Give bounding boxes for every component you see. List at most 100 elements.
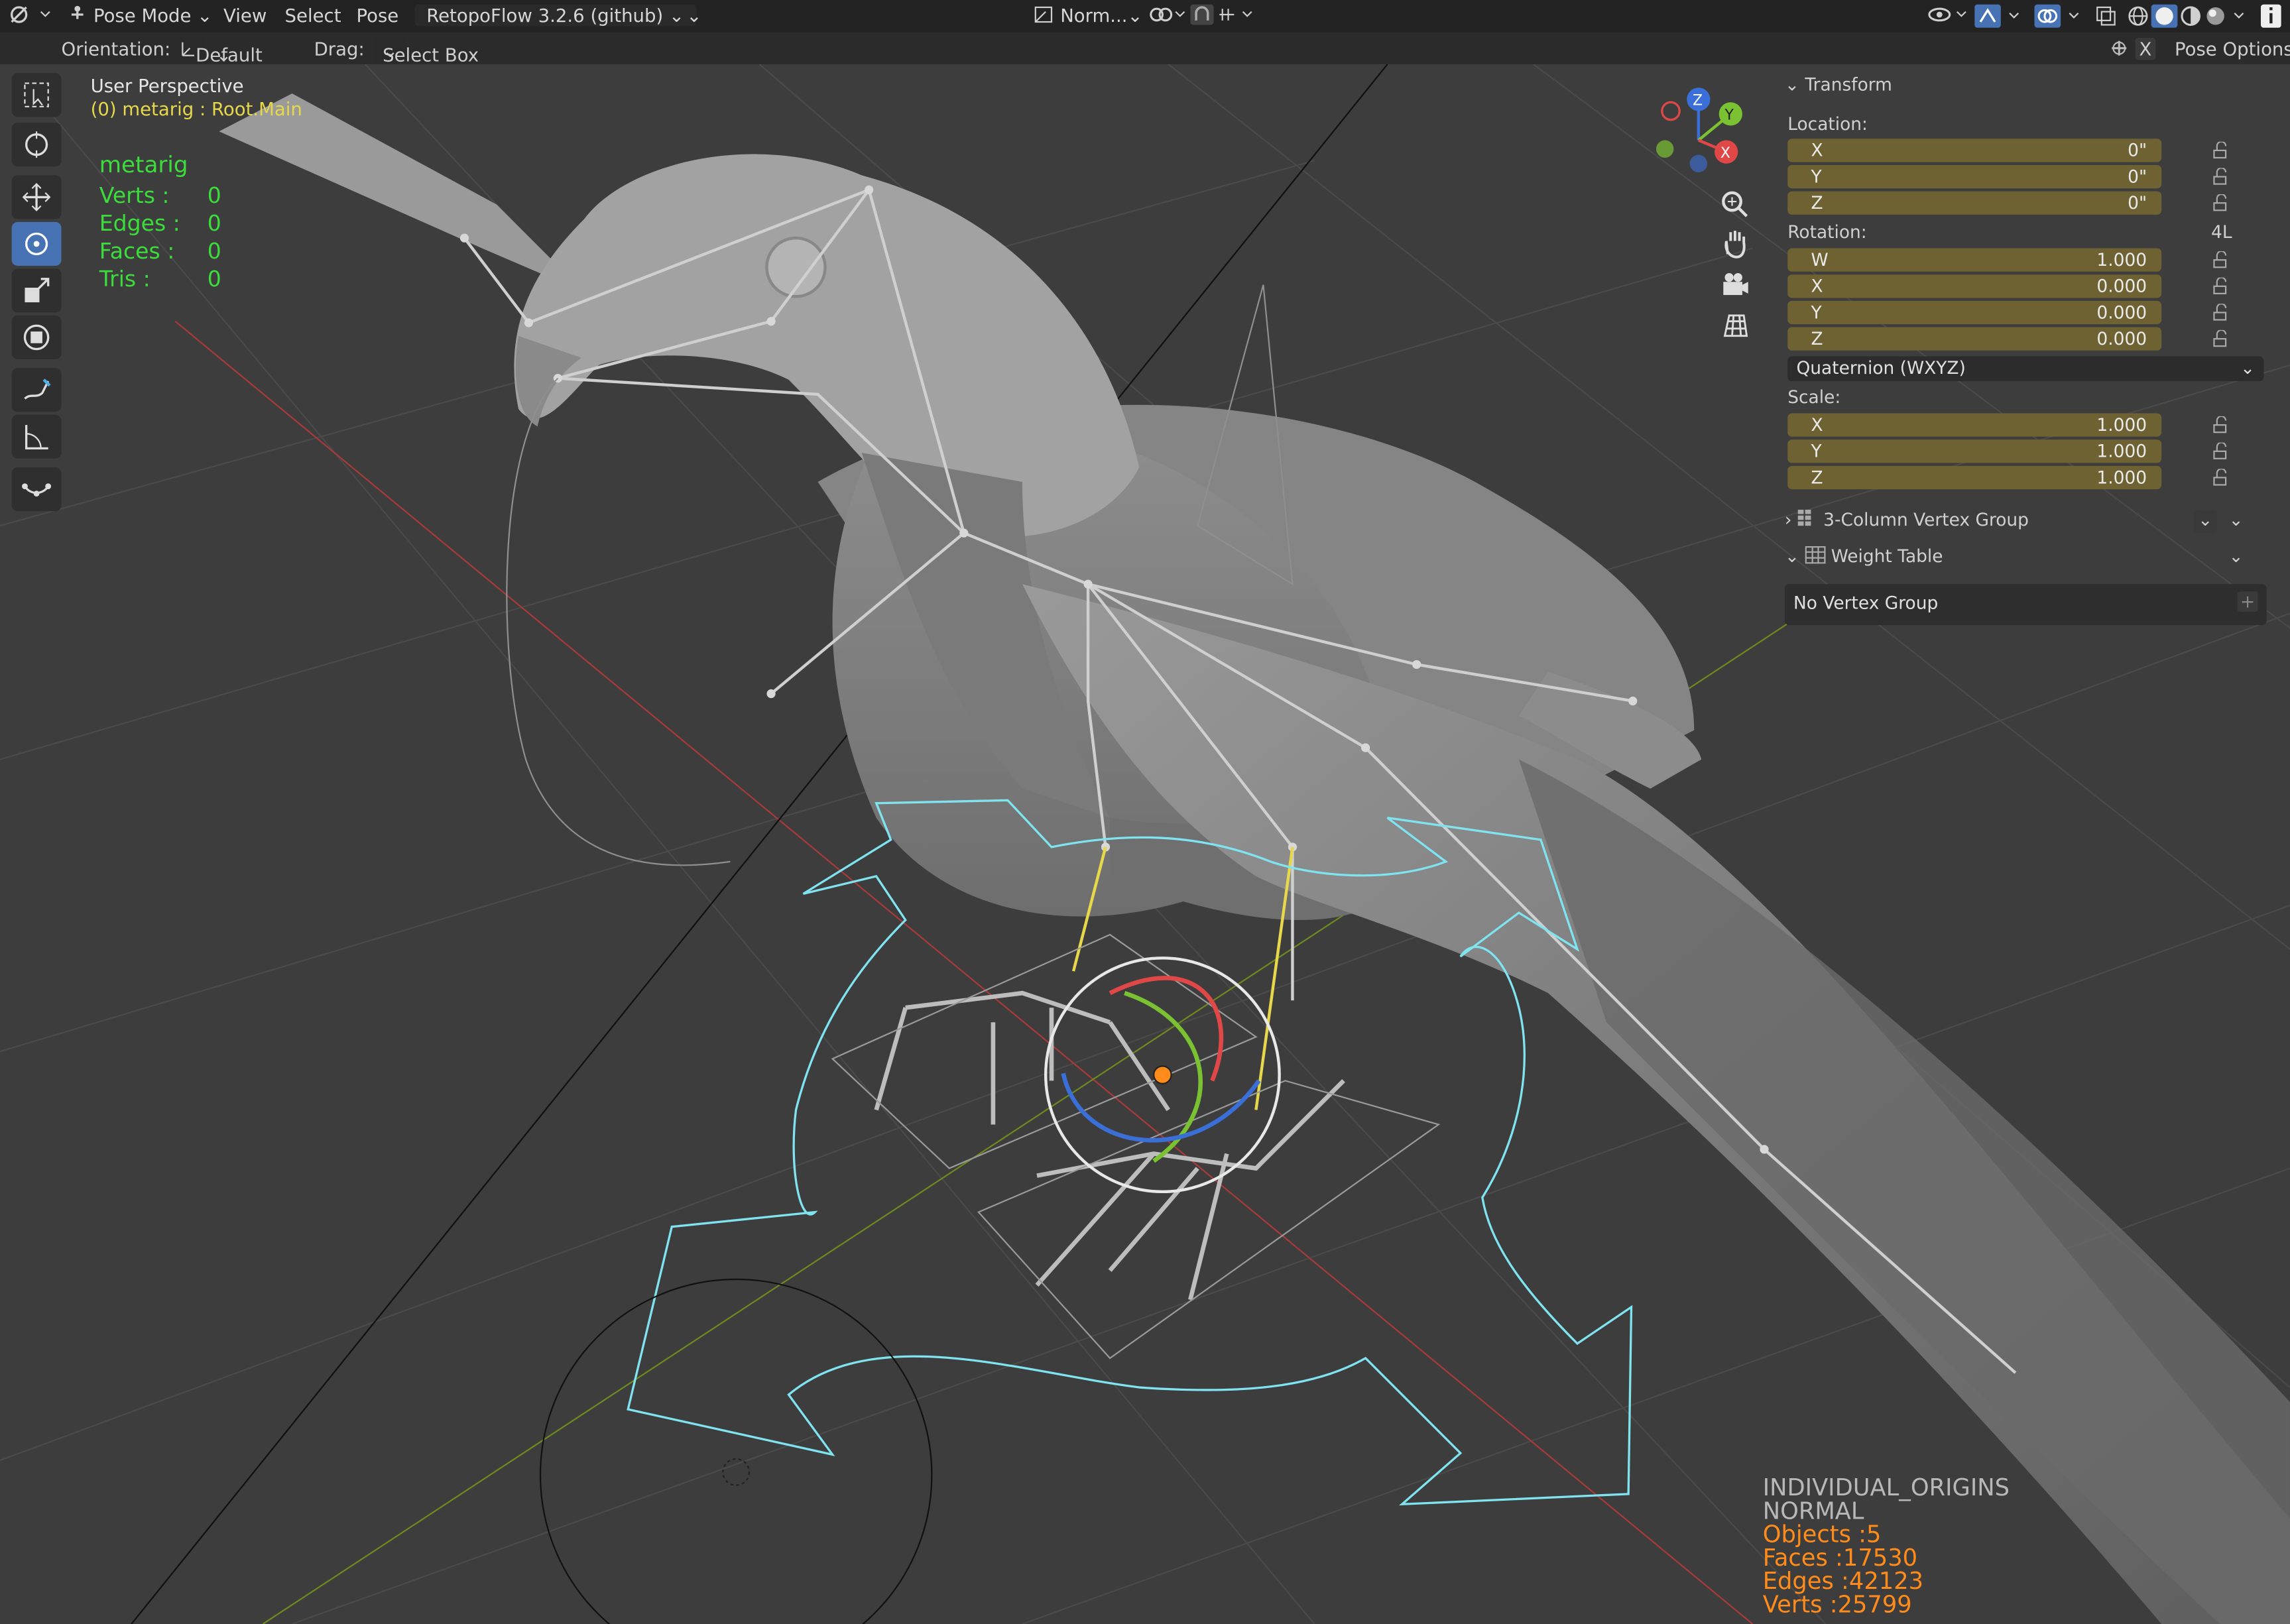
xray-icon — [2096, 6, 2116, 26]
move-tool[interactable] — [11, 175, 62, 219]
measure-tool[interactable] — [11, 414, 62, 459]
overlay-info: INDIVIDUAL_ORIGINS NORMAL Objects :5 Fac… — [1763, 1476, 2010, 1617]
visibility-dropdown[interactable] — [1928, 5, 1972, 29]
menu-pose[interactable]: Pose — [356, 5, 398, 27]
weight-table-panel-header[interactable]: ⌄ Weight Table — [1785, 546, 1943, 567]
rotation-w-field[interactable]: W 1.000 — [1787, 248, 2162, 272]
axis-navigation-gizmo[interactable]: Z Y X — [1650, 82, 1752, 184]
rotation-mode-dropdown[interactable]: Quaternion (WXYZ) ⌄ — [1787, 356, 2264, 382]
chevron-down-icon[interactable]: ⌄ — [2228, 510, 2243, 530]
tool-settings-bar: Orientation: Default ⌄ Drag: Select Box ⌄… — [0, 32, 2290, 66]
gizmo-icon — [1974, 4, 2019, 28]
orientation-dropdown[interactable]: Default ⌄ — [169, 38, 263, 66]
transform-tool[interactable] — [11, 315, 62, 359]
scale-z-value: 1.000 — [2096, 467, 2147, 488]
active-object-label: (0) metarig : Root.Main — [90, 97, 302, 120]
stats-edges: Edges : 0 — [99, 210, 274, 238]
stats-verts-label: Verts : — [99, 182, 170, 209]
retopoflow-extra-dropdown[interactable]: ⌄ — [686, 5, 701, 27]
pose-mode-icon — [71, 5, 84, 19]
drag-value: Select Box — [383, 44, 479, 66]
cursor-tool[interactable] — [11, 123, 62, 167]
weight-table-title: Weight Table — [1831, 546, 1943, 567]
location-x-axis: X — [1811, 140, 1823, 161]
pivot-point-dropdown[interactable] — [1148, 5, 1189, 29]
stats-tris: Tris : 0 — [99, 266, 274, 294]
stats-faces-label: Faces : — [99, 238, 175, 264]
lock-icon[interactable] — [2211, 329, 2228, 347]
retopoflow-menu[interactable]: RetopoFlow 3.2.6 (github) ⌄ — [414, 4, 696, 27]
pose-breakdown-tool[interactable] — [11, 467, 62, 512]
menu-view[interactable]: View — [223, 5, 267, 27]
stats-verts-value: 0 — [207, 182, 221, 209]
chevron-down-icon[interactable]: ⌄ — [2228, 546, 2243, 567]
stats-verts: Verts : 0 — [99, 182, 274, 210]
rotation-x-axis: X — [1811, 276, 1823, 297]
retopoflow-label: RetopoFlow 3.2.6 (github) — [426, 4, 664, 27]
annotate-tool[interactable] — [11, 368, 62, 412]
eye-icon — [1928, 7, 1966, 22]
rotation-x-field[interactable]: X 0.000 — [1787, 274, 2162, 298]
transform-orientation-dropdown[interactable]: Norm...⌄ — [1034, 5, 1143, 27]
vertex-group-dropdown[interactable]: ⌄ — [2193, 509, 2217, 534]
snap-toggle[interactable] — [1190, 4, 1260, 29]
zoom-icon[interactable] — [1716, 186, 1754, 223]
location-y-field[interactable]: Y 0" — [1787, 164, 2162, 189]
close-x-button[interactable]: X — [2135, 38, 2156, 60]
rotation-y-field[interactable]: Y 0.000 — [1787, 300, 2162, 325]
gizmo-toggle[interactable] — [1974, 4, 2027, 32]
axis-icon — [182, 42, 194, 56]
lock-icon[interactable] — [2211, 469, 2228, 486]
rotate-tool[interactable] — [11, 221, 62, 266]
location-y-value: 0" — [2128, 166, 2147, 188]
transform-panel-header[interactable]: ⌄ Transform — [1785, 74, 1892, 95]
overlays-icon — [2034, 4, 2079, 28]
overlays-toggle[interactable] — [2034, 4, 2087, 32]
scale-z-axis: Z — [1811, 467, 1823, 488]
scale-y-value: 1.000 — [2096, 441, 2147, 462]
stats-faces: Faces : 0 — [99, 238, 274, 266]
drag-dropdown[interactable]: Select Box ⌄ — [373, 38, 479, 66]
location-z-field[interactable]: Z 0" — [1787, 191, 2162, 215]
scale-tool[interactable] — [11, 268, 62, 313]
stats-overlay: metarig Verts : 0 Edges : 0 Faces : 0 Tris … — [99, 152, 274, 294]
scale-z-field[interactable]: Z 1.000 — [1787, 465, 2162, 490]
editor-type-icon[interactable] — [9, 5, 52, 29]
stats-edges-value: 0 — [207, 210, 221, 237]
table-icon — [1805, 546, 1826, 564]
lock-icon[interactable] — [2211, 251, 2228, 268]
lock-icon[interactable] — [2211, 304, 2228, 321]
sidebar-n-panel: ⌄ Transform Location: X 0" Y 0" Z 0" Rotati… — [1776, 64, 2281, 677]
lock-icon[interactable] — [2211, 442, 2228, 460]
add-icon[interactable]: + — [2237, 591, 2258, 612]
lock-icon[interactable] — [2211, 416, 2228, 434]
vertex-group-title: 3-Column Vertex Group — [1823, 509, 2029, 530]
viewport-header: Pose Mode ⌄ View Select Pose RetopoFlow … — [0, 0, 2290, 32]
info-icon[interactable] — [2260, 4, 2281, 32]
scale-x-field[interactable]: X 1.000 — [1787, 413, 2162, 437]
location-x-field[interactable]: X 0" — [1787, 139, 2162, 162]
rotation-mode-value: Quaternion (WXYZ) — [1796, 357, 1966, 378]
lock-icon[interactable] — [2211, 168, 2228, 185]
shading-modes[interactable] — [2126, 4, 2249, 32]
stats-tris-label: Tris : — [99, 265, 151, 292]
gizmo-x-label: X — [1720, 145, 1730, 162]
lock-icon[interactable] — [2211, 277, 2228, 295]
panel-icon[interactable] — [2109, 38, 2130, 62]
rotation-w-value: 1.000 — [2096, 249, 2147, 270]
xray-toggle[interactable] — [2094, 5, 2118, 32]
scale-y-field[interactable]: Y 1.000 — [1787, 439, 2162, 463]
lock-icon[interactable] — [2211, 194, 2228, 211]
pan-hand-icon[interactable] — [1716, 225, 1754, 262]
mode-selector[interactable]: Pose Mode ⌄ — [67, 5, 212, 27]
pose-options-button[interactable]: Pose Options — [2175, 38, 2290, 60]
ortho-grid-icon[interactable] — [1716, 307, 1754, 345]
rotation-z-field[interactable]: Z 0.000 — [1787, 327, 2162, 351]
rotation-4l-toggle[interactable]: 4L — [2211, 222, 2232, 243]
select-box-tool[interactable] — [11, 73, 62, 117]
perspective-label: User Perspective — [90, 74, 244, 97]
vertex-group-panel-header[interactable]: › 3-Column Vertex Group — [1785, 509, 2029, 530]
lock-icon[interactable] — [2211, 141, 2228, 159]
menu-select[interactable]: Select — [285, 5, 341, 27]
camera-view-icon[interactable] — [1716, 266, 1754, 304]
